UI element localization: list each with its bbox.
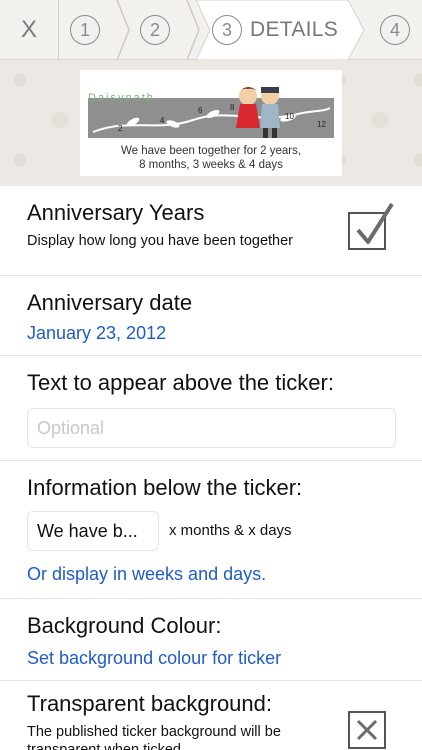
cross-icon — [356, 719, 378, 741]
anniversary-years-title: Anniversary Years — [27, 200, 205, 225]
step-3-number: 3 — [212, 15, 242, 45]
transparent-background-description: The published ticker background will be … — [27, 724, 281, 750]
transparent-background-row: Transparent background: The published ti… — [0, 681, 422, 750]
vine-icon — [92, 107, 331, 133]
text-above-input[interactable] — [28, 409, 395, 447]
anniversary-date-row: Anniversary date January 23, 2012 — [0, 276, 422, 356]
ticker-number: 4 — [160, 116, 165, 125]
step-1-number: 1 — [70, 15, 100, 45]
anniversary-years-description: Display how long you have been together — [27, 233, 294, 249]
info-below-note: x months & x days — [169, 522, 292, 539]
ticker-number: 12 — [317, 120, 326, 129]
step-3-tab[interactable]: 3 DETAILS — [212, 14, 338, 46]
ticker-caption-line: 8 months, 3 weeks & 4 days — [139, 159, 283, 171]
step-1-tab[interactable]: 1 — [70, 14, 100, 46]
ticker-number: 8 — [230, 103, 235, 112]
step-2-number: 2 — [140, 15, 170, 45]
weeks-days-link[interactable]: Or display in weeks and days. — [27, 564, 266, 585]
ticker-number: 10 — [285, 112, 294, 121]
transparent-background-checkbox[interactable] — [348, 711, 386, 749]
ticker-number: 2 — [118, 124, 123, 133]
couple-illustration — [236, 87, 280, 138]
set-background-colour-link[interactable]: Set background colour for ticker — [27, 648, 281, 669]
text-above-row: Text to appear above the ticker: — [0, 356, 422, 461]
ticker-preview: Daisypath 2 4 6 8 10 12 We have been tog… — [80, 70, 342, 176]
anniversary-date-title: Anniversary date — [27, 290, 193, 315]
anniversary-date-value[interactable]: January 23, 2012 — [27, 323, 166, 344]
info-below-title: Information below the ticker: — [27, 475, 303, 500]
checkmark-icon — [356, 202, 394, 244]
background-colour-row: Background Colour: Set background colour… — [0, 599, 422, 681]
step-4-tab[interactable]: 4 — [380, 14, 410, 46]
step-navigation-bar: X 1 2 3 DETAILS 4 — [0, 0, 422, 60]
step-4-number: 4 — [380, 15, 410, 45]
background-colour-title: Background Colour: — [27, 613, 222, 638]
step-3-label: DETAILS — [250, 18, 339, 41]
text-above-field — [27, 408, 396, 448]
ticker-number: 6 — [198, 106, 203, 115]
transparent-background-title: Transparent background: — [27, 691, 272, 716]
text-above-title: Text to appear above the ticker: — [27, 370, 334, 395]
info-below-input[interactable]: We have b... — [27, 511, 159, 551]
info-below-row: Information below the ticker: We have b.… — [0, 461, 422, 599]
anniversary-years-row: Anniversary Years Display how long you h… — [0, 186, 422, 276]
close-button[interactable]: X — [0, 0, 58, 60]
ticker-caption-line: We have been together for 2 years, — [120, 145, 302, 157]
anniversary-years-checkbox[interactable] — [348, 202, 394, 250]
chevron-right-icon — [116, 0, 130, 60]
ticker-caption: We have been together for 2 years, 8 mon… — [80, 144, 342, 172]
divider — [58, 0, 59, 60]
step-2-tab[interactable]: 2 — [140, 14, 170, 46]
